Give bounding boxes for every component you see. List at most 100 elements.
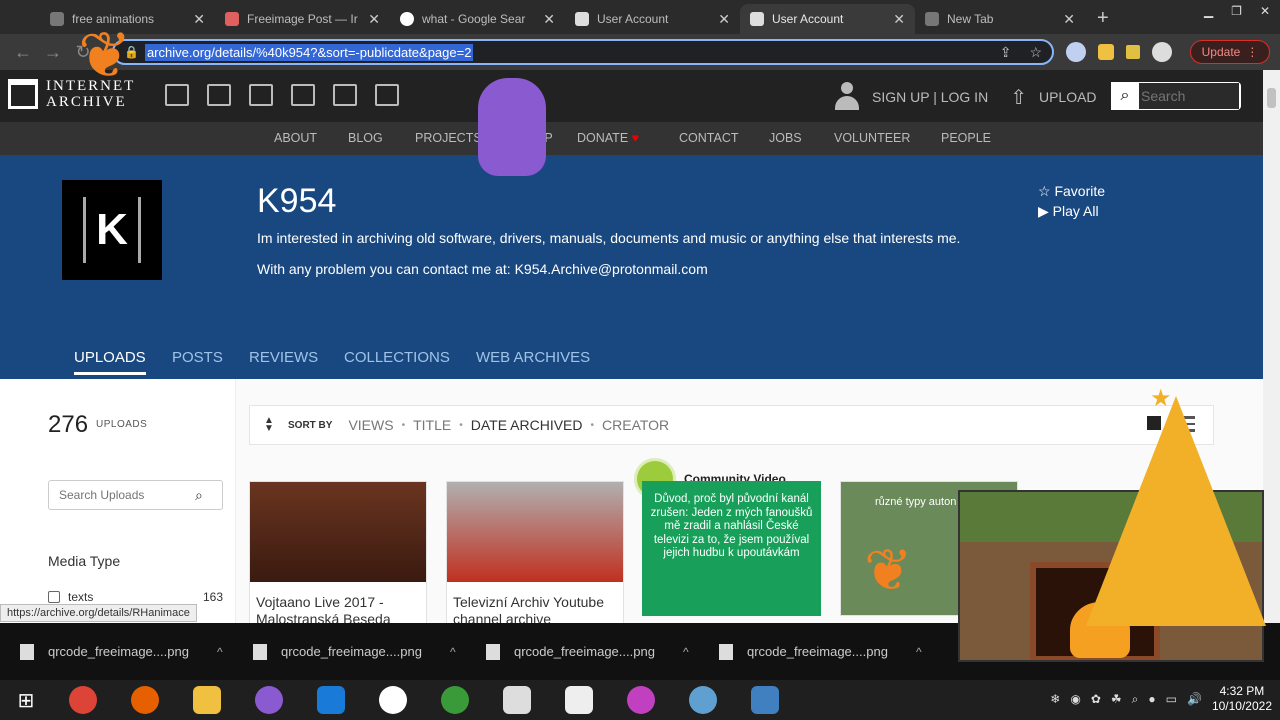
color-picker-icon[interactable] bbox=[610, 686, 672, 714]
paint-icon[interactable] bbox=[672, 686, 734, 714]
images-icon[interactable] bbox=[375, 84, 399, 106]
download-item[interactable]: qrcode_freeimage....png ^ bbox=[486, 643, 719, 660]
facet-checkbox[interactable] bbox=[48, 591, 60, 603]
firefox-icon[interactable] bbox=[114, 686, 176, 714]
search-icon[interactable]: ⌕ bbox=[1111, 82, 1139, 110]
tab-close-icon[interactable]: ✕ bbox=[543, 11, 555, 28]
item-thumbnail-text[interactable]: Důvod, proč byl původní kanál zrušen: Je… bbox=[642, 481, 821, 616]
app-store-icon[interactable] bbox=[300, 686, 362, 714]
user-avatar-icon[interactable] bbox=[834, 82, 860, 112]
notepad-icon[interactable] bbox=[486, 686, 548, 714]
tab-uploads[interactable]: UPLOADS bbox=[74, 349, 146, 375]
tray-app-icon[interactable]: ● bbox=[1148, 692, 1155, 706]
facet-texts[interactable]: texts 163 bbox=[48, 590, 223, 604]
tray-app-icon[interactable]: ◉ bbox=[1070, 692, 1080, 706]
chevron-up-icon[interactable]: ^ bbox=[916, 645, 922, 659]
ia-search-input[interactable] bbox=[1139, 83, 1239, 109]
sort-direction-icon[interactable]: ▲ ▼ bbox=[250, 416, 288, 434]
chevron-up-icon[interactable]: ^ bbox=[450, 645, 456, 659]
windows-start-icon[interactable]: ⊞ bbox=[0, 688, 52, 713]
download-filename[interactable]: qrcode_freeimage....png bbox=[48, 644, 189, 659]
texts-book-icon[interactable] bbox=[207, 84, 231, 106]
tab-posts[interactable]: POSTS bbox=[172, 349, 223, 366]
back-icon[interactable]: ← bbox=[8, 42, 38, 63]
puzzle-extensions-icon[interactable] bbox=[1098, 44, 1114, 60]
nav-projects[interactable]: PROJECTS bbox=[415, 131, 482, 145]
file-explorer-icon[interactable] bbox=[176, 686, 238, 714]
tab-collections[interactable]: COLLECTIONS bbox=[344, 349, 450, 366]
item-thumbnail[interactable] bbox=[447, 482, 623, 582]
download-filename[interactable]: qrcode_freeimage....png bbox=[514, 644, 655, 659]
video-film-icon[interactable] bbox=[249, 84, 273, 106]
tab-web-archives[interactable]: WEB ARCHIVES bbox=[476, 349, 590, 366]
tab-close-icon[interactable]: ✕ bbox=[1063, 11, 1075, 28]
account-avatar-icon[interactable] bbox=[1152, 42, 1172, 62]
sort-views[interactable]: VIEWS bbox=[348, 417, 393, 433]
menu-dots-icon[interactable]: ⋮ bbox=[1246, 45, 1258, 59]
download-item[interactable]: qrcode_freeimage....png ^ bbox=[20, 643, 253, 660]
item-card[interactable]: Vojtaano Live 2017 - Malostranská Beseda bbox=[249, 481, 427, 623]
search-icon[interactable]: ⌕ bbox=[195, 487, 203, 504]
nav-volunteer[interactable]: VOLUNTEER bbox=[834, 131, 910, 145]
sort-date-archived[interactable]: DATE ARCHIVED bbox=[471, 417, 583, 433]
nav-donate[interactable]: DONATE ♥ bbox=[577, 131, 639, 145]
play-all-button[interactable]: ▶ Play All bbox=[1038, 201, 1105, 221]
nav-about[interactable]: ABOUT bbox=[274, 131, 317, 145]
tab-reviews[interactable]: REVIEWS bbox=[249, 349, 318, 366]
sort-creator[interactable]: CREATOR bbox=[602, 417, 669, 433]
chrome-icon[interactable] bbox=[52, 686, 114, 714]
nav-contact[interactable]: CONTACT bbox=[679, 131, 739, 145]
browser-tab[interactable]: Freeimage Post — Ir ✕ bbox=[215, 4, 390, 34]
nav-blog[interactable]: BLOG bbox=[348, 131, 383, 145]
yandex-icon[interactable] bbox=[362, 686, 424, 714]
new-tab-button[interactable]: + bbox=[1085, 7, 1121, 34]
item-thumbnail[interactable] bbox=[250, 482, 426, 582]
item-title[interactable]: Televizní Archiv Youtube channel archive bbox=[447, 582, 623, 623]
bookmark-star-icon[interactable]: ☆ bbox=[1029, 44, 1042, 61]
nav-people[interactable]: PEOPLE bbox=[941, 131, 991, 145]
browser-tab[interactable]: New Tab ✕ bbox=[915, 4, 1085, 34]
clock[interactable]: 4:32 PM 10/10/2022 bbox=[1212, 684, 1272, 714]
web-icon[interactable] bbox=[165, 84, 189, 106]
tab-close-icon[interactable]: ✕ bbox=[193, 11, 205, 28]
remote-desktop-icon[interactable] bbox=[734, 686, 796, 714]
download-filename[interactable]: qrcode_freeimage....png bbox=[281, 644, 422, 659]
sort-title[interactable]: TITLE bbox=[413, 417, 451, 433]
download-filename[interactable]: qrcode_freeimage....png bbox=[747, 644, 888, 659]
download-item[interactable]: qrcode_freeimage....png ^ bbox=[253, 643, 486, 660]
upload-link[interactable]: UPLOAD bbox=[1039, 89, 1097, 105]
item-card[interactable]: Televizní Archiv Youtube channel archive bbox=[446, 481, 624, 623]
tray-app-icon[interactable]: ✿ bbox=[1091, 692, 1101, 706]
browser-tab[interactable]: User Account ✕ bbox=[565, 4, 740, 34]
audio-speaker-icon[interactable] bbox=[291, 84, 315, 106]
signup-login-link[interactable]: SIGN UP | LOG IN bbox=[872, 89, 988, 105]
close-window-icon[interactable]: ✕ bbox=[1260, 4, 1270, 18]
bonzi-app-icon[interactable] bbox=[238, 686, 300, 714]
favorite-button[interactable]: ☆ Favorite bbox=[1038, 181, 1105, 201]
chevron-up-icon[interactable]: ^ bbox=[217, 645, 223, 659]
sidepanel-icon[interactable] bbox=[1126, 45, 1140, 59]
software-floppy-icon[interactable] bbox=[333, 84, 357, 106]
tray-search-icon[interactable]: ⌕ bbox=[1132, 692, 1139, 707]
network-icon[interactable]: ▭ bbox=[1166, 692, 1177, 706]
upload-icon[interactable]: ⇧ bbox=[1010, 85, 1027, 110]
profile-flag-icon[interactable] bbox=[1066, 42, 1086, 62]
chevron-up-icon[interactable]: ^ bbox=[683, 645, 689, 659]
volume-icon[interactable]: 🔊 bbox=[1187, 692, 1202, 706]
7zip-icon[interactable] bbox=[548, 686, 610, 714]
url-text[interactable]: archive.org/details/%40k954?&sort=-publi… bbox=[144, 43, 474, 61]
minimize-icon[interactable]: ▁ bbox=[1204, 4, 1213, 18]
browser-tab[interactable]: what - Google Sear ✕ bbox=[390, 4, 565, 34]
browser-tab-active[interactable]: User Account ✕ bbox=[740, 4, 915, 34]
greenshot-icon[interactable] bbox=[424, 686, 486, 714]
tray-app-icon[interactable]: ☘ bbox=[1111, 692, 1122, 706]
update-button[interactable]: Update ⋮ bbox=[1190, 40, 1270, 64]
scrollbar-thumb[interactable] bbox=[1267, 88, 1276, 108]
tab-close-icon[interactable]: ✕ bbox=[368, 11, 380, 28]
item-title[interactable]: Vojtaano Live 2017 - Malostranská Beseda bbox=[250, 582, 426, 623]
restore-icon[interactable]: ❐ bbox=[1231, 4, 1242, 18]
share-icon[interactable]: ⇪ bbox=[1000, 44, 1012, 61]
address-bar[interactable]: 🔒 archive.org/details/%40k954?&sort=-pub… bbox=[112, 39, 1054, 65]
download-item[interactable]: qrcode_freeimage....png ^ bbox=[719, 643, 952, 660]
tab-close-icon[interactable]: ✕ bbox=[718, 11, 730, 28]
